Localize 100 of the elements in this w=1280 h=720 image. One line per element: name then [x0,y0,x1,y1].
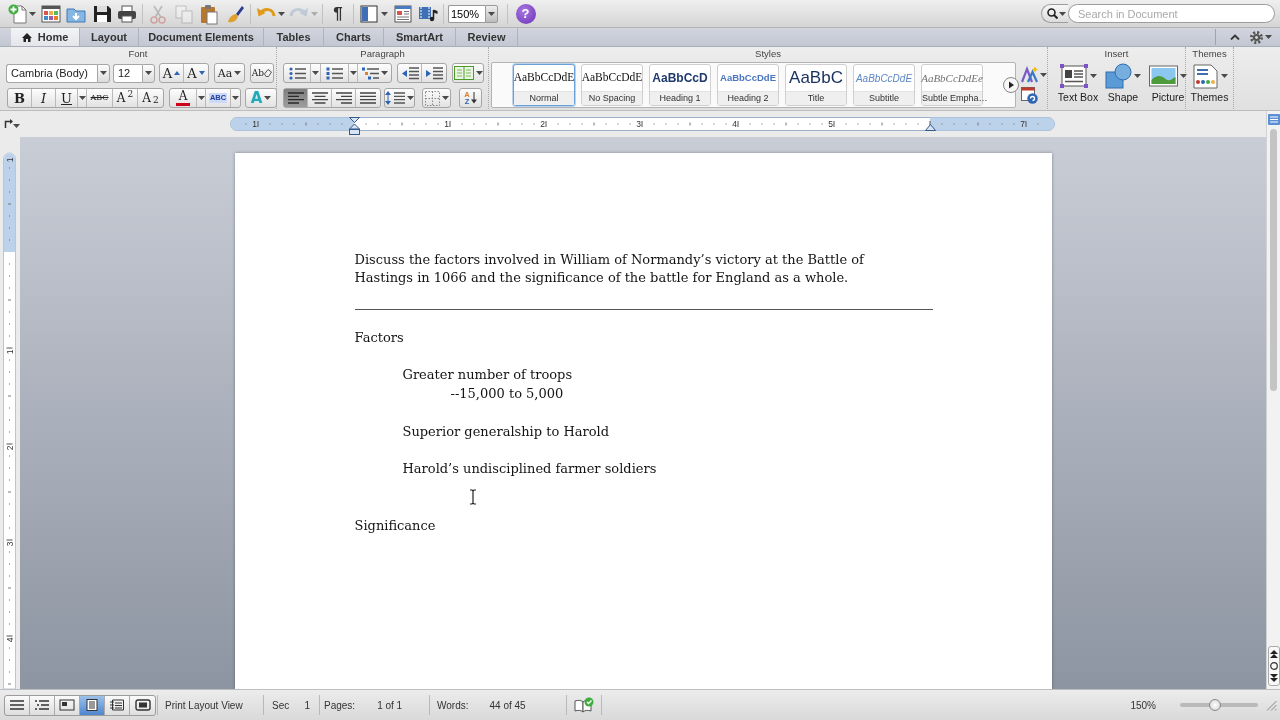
numbering-options-button[interactable] [349,64,358,82]
font-size-dropdown[interactable] [142,63,155,83]
caret-icon [1220,74,1228,78]
underline-options-button[interactable] [78,89,87,107]
draft-view-icon [9,699,25,711]
text-style-icon[interactable] [1021,66,1039,83]
indent-marker-icon[interactable] [348,117,360,135]
search-options-button[interactable] [1041,4,1068,23]
ruler-number: 1 [4,349,15,355]
publishing-view-icon [59,699,75,711]
section-label: Sec [272,698,290,713]
clipboard-icon[interactable] [198,2,220,25]
font-color-button[interactable]: A [170,89,197,107]
subscript-button[interactable]: A$_{2}$ [138,89,163,107]
settings-icon[interactable] [1250,30,1263,44]
themes-button[interactable]: Themes [1187,61,1232,103]
font-size-field[interactable]: 12 [113,63,142,83]
insert-shape-button[interactable]: Shape [1101,61,1145,103]
font-name-dropdown[interactable] [97,63,110,83]
ruler-number: 4 [4,637,15,643]
ribbon-tab[interactable]: Document Elements [139,28,264,46]
caret-icon[interactable] [13,124,20,128]
style-preset[interactable]: AaBbCcDdE Subtitle [853,64,915,106]
page-count: 1 of 1 [377,698,403,713]
show-formatting-button[interactable]: ¶ [327,2,349,25]
manage-styles-icon[interactable] [1021,87,1038,104]
bold-button[interactable]: B [8,89,32,107]
font-color-options-button[interactable] [197,89,206,107]
style-preset[interactable]: AaBbCcDdE Normal [513,64,575,106]
decrease-indent-icon [400,66,419,80]
book-check-icon[interactable] [574,697,594,713]
line-spacing-button[interactable] [384,88,415,108]
italic-button[interactable]: I [32,89,56,107]
change-case-button[interactable]: Aa [214,63,245,83]
increase-indent-icon [425,66,443,80]
insert-textbox-button[interactable]: Text Box [1056,61,1100,103]
sidebar-icon[interactable] [358,2,380,25]
caret-icon [441,96,449,100]
eraser-icon [264,69,273,77]
ribbon-group-label: Styles [755,47,781,61]
tab-stop-icon[interactable] [4,119,13,128]
caret-icon[interactable] [29,11,36,16]
strike-button[interactable]: ABC [87,89,113,107]
chevron-up-icon[interactable] [1230,34,1240,40]
ribbon-tab[interactable]: Layout [80,28,139,46]
right-indent-marker-icon[interactable] [924,124,936,131]
help-button[interactable]: ? [515,3,536,24]
page-layout-icon[interactable] [391,2,414,25]
font-name-field[interactable]: Cambria (Body) [6,63,97,83]
caret-icon[interactable] [1040,72,1047,77]
up-triangle-icon [174,71,181,75]
next-page-icon[interactable] [1269,674,1278,682]
previous-page-icon[interactable] [1269,650,1278,658]
ribbon-tab[interactable]: Home [11,28,80,46]
color-bar-icon [176,103,190,106]
superscript-button[interactable]: A$^{2}$ [113,89,138,107]
scrollbar-thumb[interactable] [1270,129,1277,391]
bullets-icon [288,66,306,80]
caret-icon[interactable] [381,11,388,16]
style-preset[interactable]: AaBbCcD Heading 1 [649,64,711,106]
style-preset[interactable]: AaBbCcDdE No Spacing [581,64,643,106]
zoom-field[interactable]: 150% [448,4,485,23]
style-preset[interactable]: AaBbC Title [785,64,847,106]
ribbon-tab[interactable]: Tables [264,28,324,46]
caret-icon [1059,11,1066,16]
print-view-button[interactable] [80,695,105,715]
ribbon-tab[interactable]: Charts [324,28,384,46]
grow-font-button[interactable]: A [160,64,184,82]
caret-icon [488,11,495,16]
bullets-options-button[interactable] [311,64,321,82]
circle-icon[interactable] [1269,662,1278,670]
ribbon-group-label: Font [128,47,148,61]
pages-label: Pages: [324,698,356,713]
caret-icon [1180,74,1187,78]
caret-icon[interactable] [277,11,285,16]
ribbon-tab[interactable]: SmartArt [384,28,456,46]
zoom-dropdown[interactable] [485,4,498,23]
align-center-icon [311,92,328,104]
numbered-list-icon [326,66,343,80]
view-name: Print Layout View [165,698,243,713]
caret-icon [197,96,205,100]
ribbon-tab[interactable]: Review [456,28,518,46]
scrollbar[interactable] [1266,111,1280,689]
caret-icon [264,96,272,100]
gallery-icon[interactable] [39,2,62,25]
insert-picture-button[interactable]: Picture [1146,61,1190,103]
style-preset[interactable]: AaBbCcDdE Heading 2 [717,64,779,106]
columns-button[interactable] [452,63,484,83]
caret-icon[interactable] [1265,35,1272,39]
bullet-point-text: Superior generalship to Harold [402,422,609,441]
borders-button[interactable] [422,88,451,108]
search-field[interactable]: Search in Document [1068,4,1275,23]
shrink-font-button[interactable]: A [184,64,208,82]
align-left-button[interactable] [284,89,308,107]
underline-button[interactable]: U [56,89,78,107]
zoom-percentage: 150% [1130,698,1156,713]
printer-icon[interactable] [116,2,138,25]
clear-formatting-button[interactable]: Ab [250,63,274,83]
split-view-icon[interactable] [1267,114,1280,125]
zoom-slider-thumb[interactable] [1209,699,1222,711]
